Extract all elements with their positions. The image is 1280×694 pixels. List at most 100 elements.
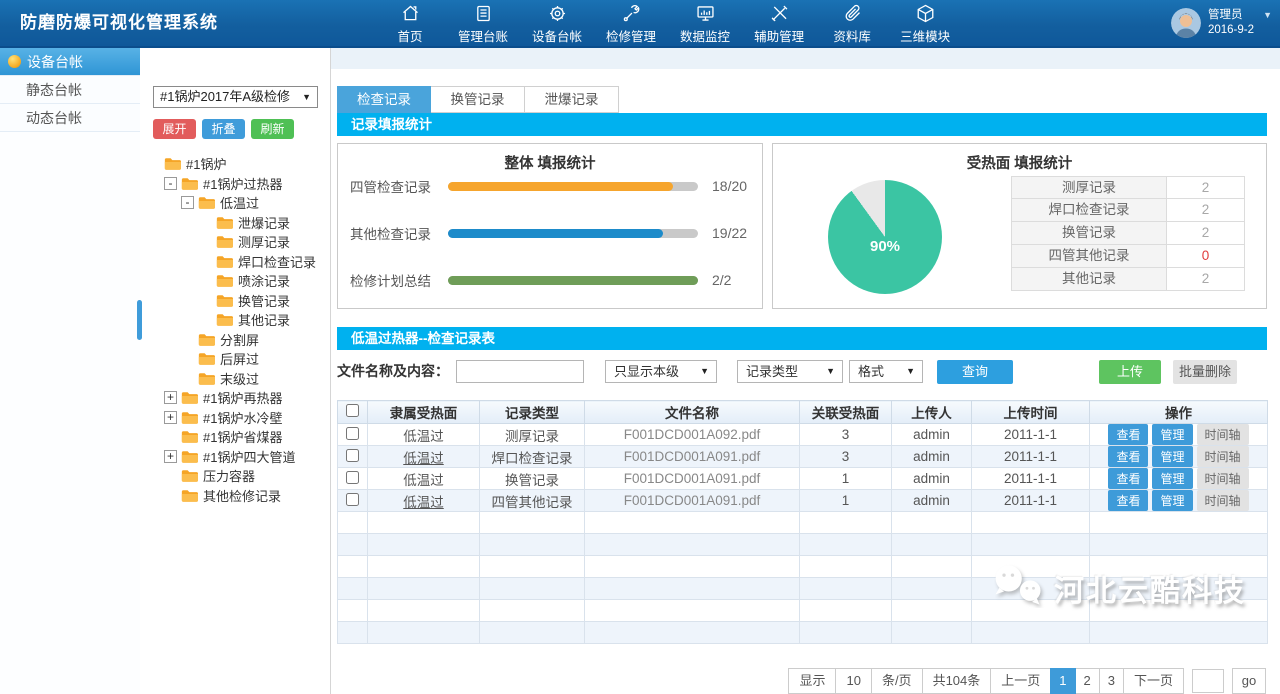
upload-button[interactable]: 上传 — [1099, 360, 1161, 384]
user-info: 管理员 2016-9-2 — [1208, 8, 1254, 38]
tree-node[interactable]: 测厚记录 — [141, 232, 330, 252]
row-checkbox[interactable] — [346, 449, 359, 462]
tree-node[interactable]: 换管记录 — [141, 291, 330, 311]
user-date: 2016-9-2 — [1208, 23, 1254, 38]
nav-item-library[interactable]: 资料库 — [828, 0, 876, 46]
collapse-button[interactable]: 折叠 — [202, 119, 245, 139]
surface-link[interactable]: 低温过 — [368, 424, 480, 446]
progress-fill — [448, 276, 698, 285]
nav-item-aux-management[interactable]: 辅助管理 — [754, 0, 804, 46]
file-name[interactable]: F001DCD001A091.pdf — [585, 490, 800, 512]
surface-link[interactable]: 低温过 — [368, 490, 480, 512]
collapse-expander-icon[interactable]: - — [164, 177, 177, 190]
tree-node[interactable]: 其他记录 — [141, 310, 330, 330]
sidebar-item-dynamic-ledger[interactable]: 动态台帐 — [0, 104, 140, 132]
tree-node[interactable]: #1锅炉 — [141, 154, 330, 174]
folder-icon — [216, 216, 233, 229]
view-button[interactable]: 查看 — [1108, 490, 1148, 511]
prev-page-button[interactable]: 上一页 — [990, 668, 1051, 694]
folder-icon — [216, 274, 233, 287]
tree-node[interactable]: 压力容器 — [141, 466, 330, 486]
surface-link[interactable]: 低温过 — [368, 446, 480, 468]
folder-icon — [181, 469, 198, 482]
row-checkbox[interactable] — [346, 427, 359, 440]
expand-expander-icon[interactable]: + — [164, 450, 177, 463]
nav-item-maintenance[interactable]: 检修管理 — [606, 0, 656, 46]
tab-tube-replacement-records[interactable]: 换管记录 — [431, 86, 525, 113]
nav-item-management-ledger[interactable]: 管理台账 — [458, 0, 508, 46]
tree-node[interactable]: -低温过 — [141, 193, 330, 213]
nav-item-data-monitor[interactable]: 数据监控 — [680, 0, 730, 46]
scope-select[interactable]: 只显示本级▼ — [605, 360, 717, 383]
nav-item-home[interactable]: 首页 — [386, 0, 434, 46]
sidebar-item-static-ledger[interactable]: 静态台帐 — [0, 76, 140, 104]
row-checkbox[interactable] — [346, 471, 359, 484]
tab-explosion-records[interactable]: 泄爆记录 — [525, 86, 619, 113]
next-page-button[interactable]: 下一页 — [1123, 668, 1184, 694]
manage-button[interactable]: 管理 — [1152, 424, 1192, 445]
tree-node[interactable]: 末级过 — [141, 369, 330, 389]
expand-expander-icon[interactable]: + — [164, 411, 177, 424]
record-type-select[interactable]: 记录类型▼ — [737, 360, 843, 383]
folder-icon — [181, 391, 198, 404]
tree-node[interactable]: -#1锅炉过热器 — [141, 174, 330, 194]
file-name[interactable]: F001DCD001A091.pdf — [585, 446, 800, 468]
view-button[interactable]: 查看 — [1108, 446, 1148, 467]
timeline-button[interactable]: 时间轴 — [1197, 468, 1249, 489]
batch-delete-button[interactable]: 批量删除 — [1173, 360, 1237, 384]
page-button-3[interactable]: 3 — [1099, 668, 1124, 694]
tree-node[interactable]: +#1锅炉水冷壁 — [141, 408, 330, 428]
pie-percent-label: 90% — [828, 238, 942, 255]
collapse-expander-icon[interactable]: - — [181, 196, 194, 209]
file-name[interactable]: F001DCD001A092.pdf — [585, 424, 800, 446]
manage-button[interactable]: 管理 — [1152, 468, 1192, 489]
chevron-down-icon[interactable]: ▼ — [1263, 10, 1272, 20]
page-button-2[interactable]: 2 — [1075, 668, 1100, 694]
surface-link[interactable]: 低温过 — [368, 468, 480, 490]
view-button[interactable]: 查看 — [1108, 468, 1148, 489]
tree-node[interactable]: +#1锅炉四大管道 — [141, 447, 330, 467]
filename-search-input[interactable] — [456, 360, 584, 383]
scrollbar-thumb[interactable] — [137, 300, 142, 340]
tree-node[interactable]: 其他检修记录 — [141, 486, 330, 506]
folder-icon — [198, 352, 215, 365]
timeline-button[interactable]: 时间轴 — [1197, 424, 1249, 445]
sidebar-item-equipment-ledger[interactable]: 设备台帐 — [0, 48, 140, 76]
expand-button[interactable]: 展开 — [153, 119, 196, 139]
file-name[interactable]: F001DCD001A091.pdf — [585, 468, 800, 490]
tree-node[interactable]: #1锅炉省煤器 — [141, 427, 330, 447]
format-select[interactable]: 格式▼ — [849, 360, 923, 383]
goto-page-input[interactable] — [1192, 669, 1224, 693]
nav-item-3d-module[interactable]: 三维模块 — [900, 0, 950, 46]
tree-node[interactable]: 喷涂记录 — [141, 271, 330, 291]
surface-stat-value: 2 — [1167, 222, 1244, 244]
tree-node[interactable]: 后屏过 — [141, 349, 330, 369]
manage-button[interactable]: 管理 — [1152, 490, 1192, 511]
progress-fill — [448, 182, 673, 191]
search-button[interactable]: 查询 — [937, 360, 1013, 384]
page-button-1[interactable]: 1 — [1050, 668, 1075, 694]
nav-item-equipment-ledger[interactable]: 设备台帐 — [532, 0, 582, 46]
view-button[interactable]: 查看 — [1108, 424, 1148, 445]
page-size-select[interactable]: 10 — [835, 668, 871, 694]
user-menu[interactable]: 管理员 2016-9-2 — [1171, 0, 1254, 46]
select-all-checkbox[interactable] — [346, 404, 359, 417]
row-checkbox[interactable] — [346, 493, 359, 506]
timeline-button[interactable]: 时间轴 — [1197, 490, 1249, 511]
expand-expander-icon[interactable]: + — [164, 391, 177, 404]
tree-node[interactable]: 泄爆记录 — [141, 213, 330, 233]
refresh-button[interactable]: 刷新 — [251, 119, 294, 139]
timeline-button[interactable]: 时间轴 — [1197, 446, 1249, 467]
tab-inspection-records[interactable]: 检查记录 — [337, 86, 431, 113]
user-name: 管理员 — [1208, 8, 1254, 23]
folder-icon — [216, 313, 233, 326]
tree-node[interactable]: +#1锅炉再热器 — [141, 388, 330, 408]
go-button[interactable]: go — [1232, 668, 1266, 694]
tree-node[interactable]: 焊口检查记录 — [141, 252, 330, 272]
overhaul-selector[interactable]: #1锅炉2017年A级检修 ▼ — [153, 86, 318, 108]
tree-node[interactable]: 分割屏 — [141, 330, 330, 350]
avatar — [1171, 8, 1201, 38]
progress-track — [448, 276, 698, 285]
manage-button[interactable]: 管理 — [1152, 446, 1192, 467]
stat-row: 四管检查记录 18/20 — [338, 177, 762, 195]
